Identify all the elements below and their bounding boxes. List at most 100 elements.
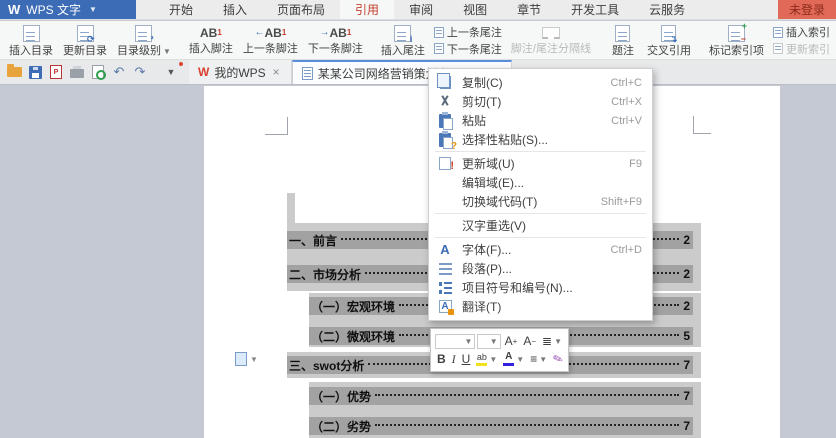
menu-item-edit-field[interactable]: 编辑域(E)... xyxy=(429,173,652,192)
tab-page-layout[interactable]: 页面布局 xyxy=(262,0,340,19)
toc-field-shading: （一）优势 7 （二）劣势 7 xyxy=(309,382,701,438)
print-preview-button[interactable] xyxy=(90,64,106,80)
margin-corner-mark xyxy=(265,117,288,135)
next-endnote-button[interactable]: 下一条尾注 xyxy=(434,41,502,57)
next-footnote-button[interactable]: →AB1 下一条脚注 xyxy=(303,23,368,58)
tab-my-wps[interactable]: W 我的WPS × xyxy=(189,60,292,84)
copy-icon xyxy=(437,75,453,91)
menu-item-font[interactable]: A 字体(F)... Ctrl+D xyxy=(429,240,652,259)
insert-footnote-icon: AB1 xyxy=(200,25,222,40)
update-toc-button[interactable]: ⟳ 更新目录 xyxy=(58,23,112,58)
insert-toc-button[interactable]: 插入目录 xyxy=(4,23,58,58)
menu-item-cut[interactable]: 剪切(T) Ctrl+X xyxy=(429,92,652,111)
menu-item-toggle-field-codes[interactable]: 切换域代码(T) Shift+F9 xyxy=(429,192,652,211)
toc-entry-text: 二、市场分析 xyxy=(289,266,361,283)
chevron-down-icon: ▼ xyxy=(554,337,562,346)
tab-view[interactable]: 视图 xyxy=(448,0,502,19)
toc-entry[interactable]: （二）劣势 7 xyxy=(309,417,693,435)
underline-button[interactable]: U xyxy=(460,352,473,366)
export-pdf-button[interactable]: P xyxy=(48,64,64,80)
toc-entry-text: 三、swot分析 xyxy=(289,357,364,374)
document-tabbar: P ↶ ↷ ▼ W 我的WPS × 某某公司网络营销策划书.docx * × + xyxy=(0,60,836,85)
prev-footnote-button[interactable]: ←AB1 上一条脚注 xyxy=(238,23,303,58)
footnote-endnote-separator-button[interactable]: 脚注/尾注分隔线 xyxy=(506,23,596,58)
cross-reference-icon: ↴ xyxy=(661,25,676,42)
insert-index-button[interactable]: 插入索引 xyxy=(773,24,830,40)
tab-references[interactable]: 引用 xyxy=(340,0,394,19)
menu-item-paste-special[interactable]: ? 选择性粘贴(S)... xyxy=(429,130,652,149)
toc-page-number: 7 xyxy=(683,419,693,433)
ribbon: 插入目录 ⟳ 更新目录 ³ 目录级别▼ AB1 插入脚注 ←AB1 上一条脚注 … xyxy=(0,21,836,60)
insert-footnote-button[interactable]: AB1 插入脚注 xyxy=(184,23,238,58)
undo-button[interactable]: ↶ xyxy=(111,64,127,80)
insert-endnote-button[interactable]: i 插入尾注 xyxy=(376,23,430,58)
ribbon-tab-bar: 开始 插入 页面布局 引用 审阅 视图 章节 开发工具 云服务 xyxy=(154,0,700,19)
prev-endnote-button[interactable]: 上一条尾注 xyxy=(434,24,502,40)
chevron-down-icon: ▼ xyxy=(489,355,497,364)
font-color-button[interactable]: A▼ xyxy=(501,352,526,366)
tab-insert[interactable]: 插入 xyxy=(208,0,262,19)
paste-icon xyxy=(437,113,453,129)
login-button[interactable]: 未登录 xyxy=(778,0,836,19)
caption-button[interactable]: 题注 xyxy=(604,23,642,58)
tab-dev-tools[interactable]: 开发工具 xyxy=(556,0,634,19)
alignment-button[interactable]: ≡▼ xyxy=(528,352,549,366)
tab-review[interactable]: 审阅 xyxy=(394,0,448,19)
menu-item-translate[interactable]: A 翻译(T) xyxy=(429,297,652,316)
tab-cloud-service[interactable]: 云服务 xyxy=(634,0,700,19)
bold-button[interactable]: B xyxy=(435,352,448,366)
italic-button[interactable]: I xyxy=(450,352,458,367)
mark-index-entry-button[interactable]: +− 标记索引项 xyxy=(704,23,769,58)
update-toc-icon: ⟳ xyxy=(77,25,94,42)
menu-separator xyxy=(435,237,646,238)
toc-page-number: 5 xyxy=(683,329,693,343)
pdf-icon: P xyxy=(50,65,62,79)
caption-icon xyxy=(615,25,630,42)
save-button[interactable] xyxy=(27,64,43,80)
titlebar: W WPS 文字 ▼ 开始 插入 页面布局 引用 审阅 视图 章节 开发工具 云… xyxy=(0,0,836,20)
paragraph-icon xyxy=(437,261,453,277)
grow-font-button[interactable]: A+ xyxy=(503,334,520,348)
update-field-icon xyxy=(437,156,453,172)
tab-section[interactable]: 章节 xyxy=(502,0,556,19)
menu-item-paragraph[interactable]: 段落(P)... xyxy=(429,259,652,278)
toc-entry[interactable]: （一）优势 7 xyxy=(309,387,693,405)
menu-item-hanzi-reselect[interactable]: 汉字重选(V) xyxy=(429,216,652,235)
highlight-color-swatch xyxy=(476,363,487,366)
tab-home[interactable]: 开始 xyxy=(154,0,208,19)
menu-item-copy[interactable]: 复制(C) Ctrl+C xyxy=(429,73,652,92)
shrink-font-button[interactable]: A− xyxy=(521,334,538,348)
paste-options-button[interactable]: ▼ xyxy=(235,352,258,366)
highlight-color-button[interactable]: ab▼ xyxy=(474,353,499,366)
menu-item-bullets-numbering[interactable]: 项目符号和编号(N)... xyxy=(429,278,652,297)
toc-page-number: 7 xyxy=(683,389,693,403)
cross-reference-button[interactable]: ↴ 交叉引用 xyxy=(642,23,696,58)
endnote-nav-stack: 上一条尾注 下一条尾注 xyxy=(430,23,506,58)
toc-page-number: 2 xyxy=(683,267,693,281)
toc-entry-text: （二）微观环境 xyxy=(311,328,395,345)
paste-options-icon xyxy=(235,352,247,366)
print-button[interactable] xyxy=(69,64,85,80)
update-index-button[interactable]: 更新索引 xyxy=(773,41,830,57)
wps-menu-button[interactable]: W WPS 文字 ▼ xyxy=(0,0,136,19)
line-spacing-button[interactable]: ≣▼ xyxy=(540,334,564,348)
toc-level-dropdown[interactable]: ³ 目录级别▼ xyxy=(112,23,176,58)
font-icon: A xyxy=(437,242,453,258)
customize-quick-access-button[interactable]: ▼ xyxy=(163,64,179,80)
line-spacing-icon: ≣ xyxy=(542,334,552,348)
workspace: 一、前言 2 二、市场分析 2 （一）宏观环境 2 （二）微观 xyxy=(0,86,836,438)
menu-item-paste[interactable]: 粘贴 Ctrl+V xyxy=(429,111,652,130)
menu-item-update-field[interactable]: 更新域(U) F9 xyxy=(429,154,652,173)
close-icon[interactable]: × xyxy=(271,65,282,79)
next-footnote-icon: →AB1 xyxy=(320,25,352,40)
chevron-down-icon: ▼ xyxy=(516,355,524,364)
format-painter-button[interactable]: ✎ xyxy=(549,350,567,368)
chevron-down-icon: ▼ xyxy=(539,355,547,364)
redo-button[interactable]: ↷ xyxy=(132,64,148,80)
print-preview-icon xyxy=(92,65,104,79)
open-file-button[interactable] xyxy=(6,64,22,80)
mini-format-toolbar: ▼ ▼ A+ A− ≣▼ B I U ab▼ A▼ ≡▼ xyxy=(430,328,569,372)
font-name-combo[interactable]: ▼ xyxy=(435,334,475,349)
font-size-combo[interactable]: ▼ xyxy=(477,334,500,349)
wps-writer-window: W WPS 文字 ▼ 开始 插入 页面布局 引用 审阅 视图 章节 开发工具 云… xyxy=(0,0,836,438)
